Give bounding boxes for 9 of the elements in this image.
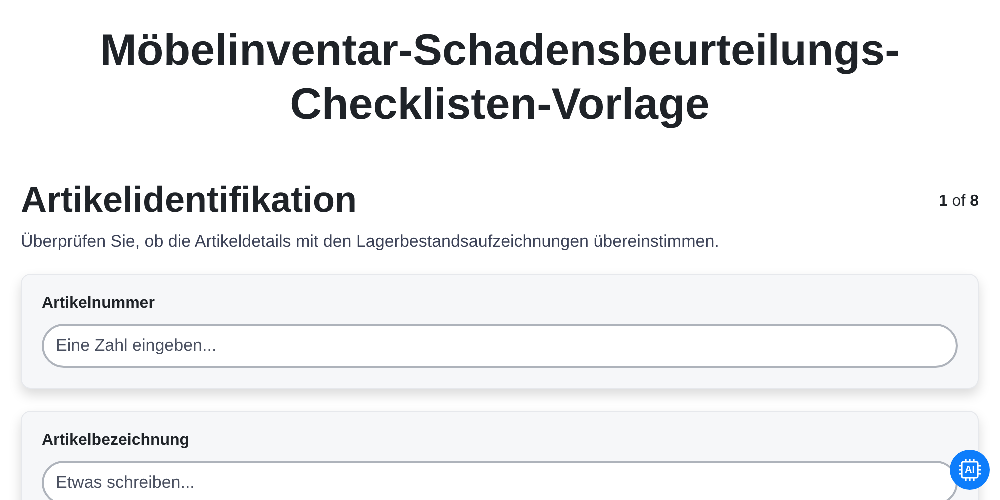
field-label: Artikelbezeichnung [42,432,191,450]
field-label: Artikelnummer [42,295,156,313]
section-description: Überprüfen Sie, ob die Artikeldetails mit den Lagerbestandsaufzeichnungen übereinstimmen. [21,232,720,252]
input-field[interactable]: Eine Zahl eingeben... [42,324,958,368]
page-title: Möbelinventar-Schadensbeurteilungs-Checklisten-Vorlage [99,25,901,131]
section-heading: Artikelidentifikation [21,178,358,222]
input-field[interactable]: Etwas schreiben... [42,461,958,500]
chip-icon [958,458,982,482]
step-counter: 1 of 8 [938,193,979,211]
